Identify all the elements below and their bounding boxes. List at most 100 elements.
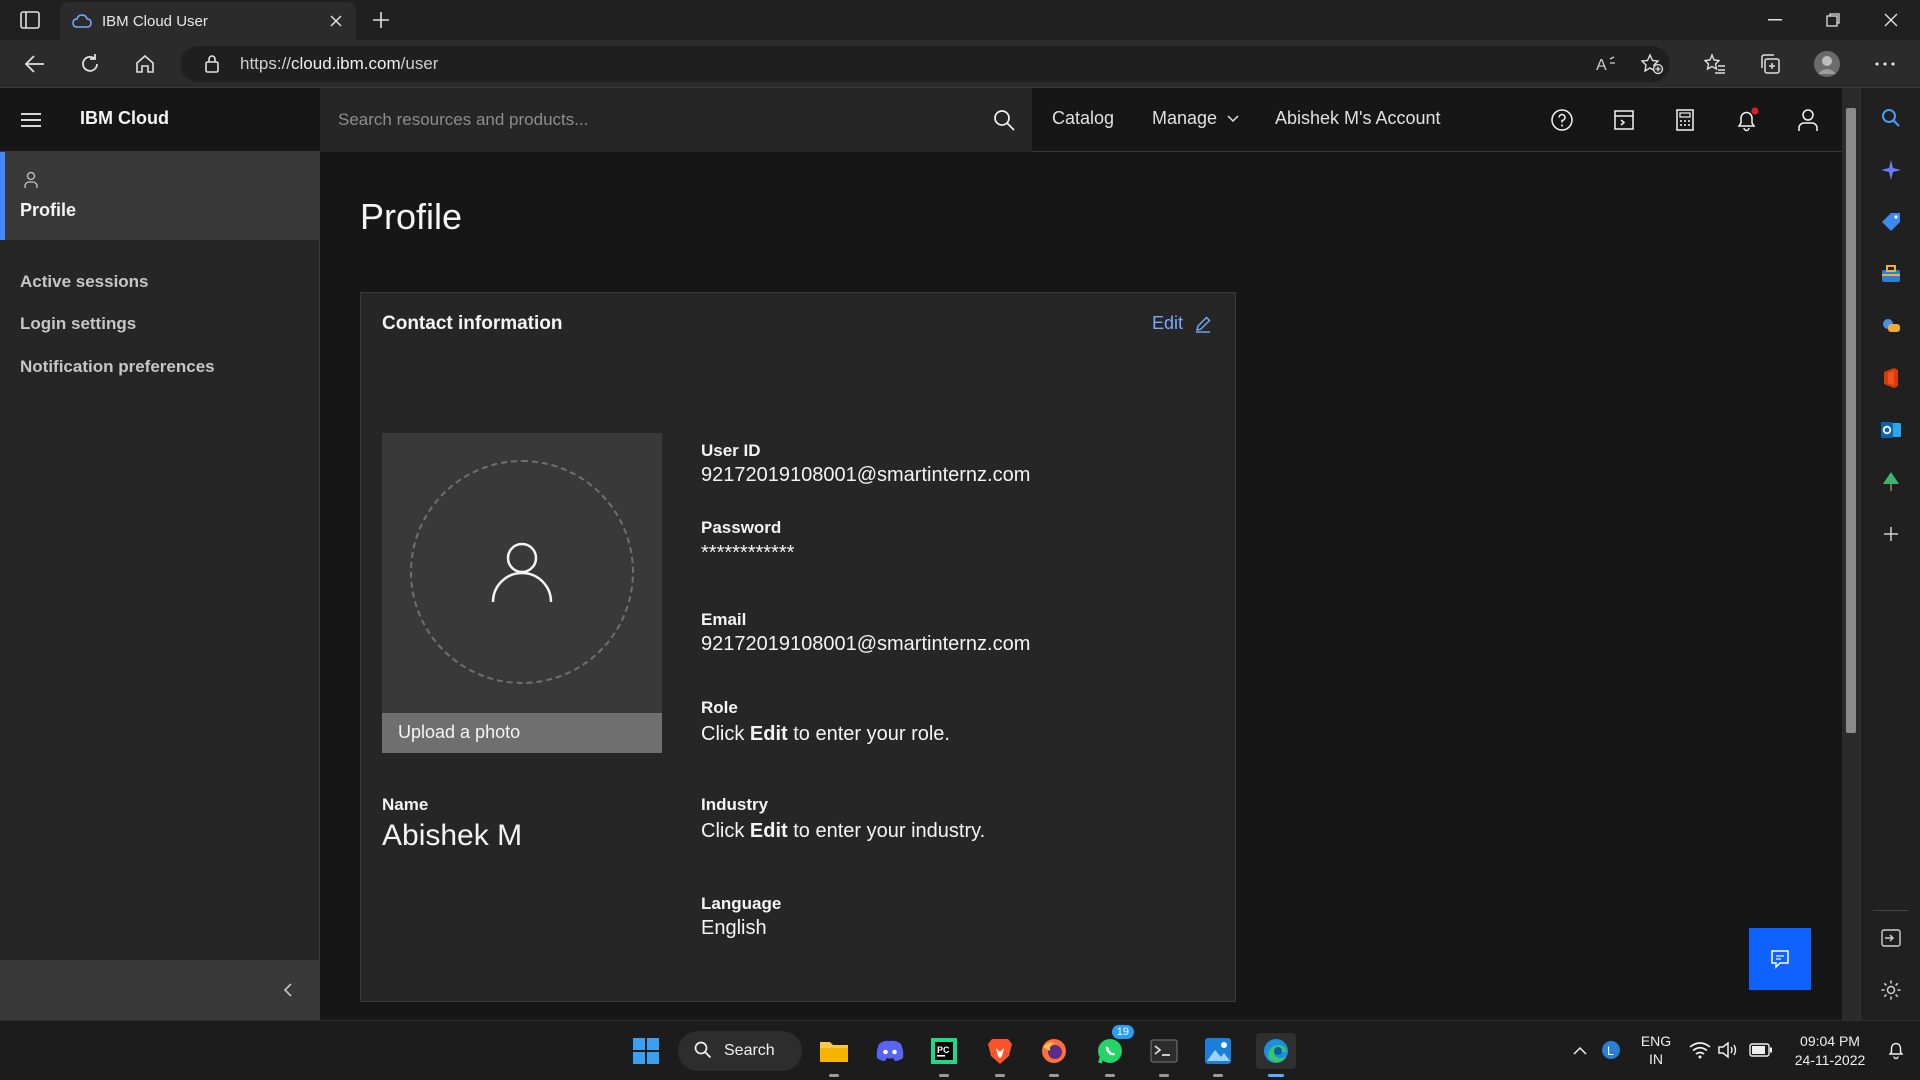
sidebar-item-login-settings[interactable]: Login settings <box>20 314 136 334</box>
shopping-tag-icon[interactable] <box>1879 210 1903 234</box>
user-id-label: User ID <box>701 441 761 460</box>
discord-icon[interactable] <box>872 1033 908 1069</box>
page-title: Profile <box>360 196 463 237</box>
notification-center-icon[interactable] <box>1884 1039 1908 1061</box>
role-text-bold: Edit <box>749 723 788 745</box>
language-code: ENG <box>1640 1033 1672 1049</box>
edit-label: Edit <box>1151 313 1183 333</box>
user-id-value: 92172019108001@smartinternz.com <box>701 464 1031 486</box>
wifi-icon[interactable] <box>1688 1039 1712 1061</box>
tab-actions-icon[interactable] <box>14 8 46 32</box>
windows-start-icon[interactable] <box>628 1033 664 1069</box>
photos-icon[interactable] <box>1200 1033 1236 1077</box>
firefox-icon[interactable] <box>1036 1033 1072 1077</box>
industry-text-post: to enter your industry. <box>787 820 986 842</box>
tray-app-icon[interactable]: L <box>1600 1039 1622 1061</box>
new-tab-icon[interactable] <box>368 8 394 32</box>
edit-contact-button[interactable]: Edit <box>1152 313 1213 334</box>
tools-icon[interactable] <box>1879 262 1903 286</box>
chevron-left-icon <box>278 980 298 1000</box>
home-icon[interactable] <box>130 50 160 78</box>
sparkle-icon[interactable] <box>1879 158 1903 182</box>
minimize-icon[interactable] <box>1752 6 1798 34</box>
scrollbar-thumb[interactable] <box>1846 108 1856 733</box>
search-icon[interactable] <box>992 108 1016 132</box>
help-icon[interactable] <box>1548 106 1576 134</box>
email-label: Email <box>701 610 747 629</box>
profile-photo[interactable]: Upload a photo <box>382 433 662 753</box>
chat-button[interactable] <box>1749 928 1811 990</box>
outlook-icon[interactable] <box>1879 418 1903 442</box>
notifications-bell-icon[interactable] <box>1733 106 1761 134</box>
close-tab-icon[interactable] <box>326 11 346 31</box>
taskbar-search-button[interactable]: Search <box>678 1031 802 1071</box>
catalog-link[interactable]: Catalog <box>1052 108 1114 129</box>
sidebar-item-notification-preferences[interactable]: Notification preferences <box>20 357 215 377</box>
svg-text:L: L <box>1607 1044 1614 1058</box>
search-input[interactable]: Search resources and products... <box>320 88 1032 152</box>
add-icon[interactable] <box>1879 522 1903 546</box>
input-language-indicator[interactable]: ENG IN <box>1636 1032 1676 1068</box>
hide-sidebar-icon[interactable] <box>1879 926 1903 950</box>
games-icon[interactable] <box>1879 314 1903 338</box>
hamburger-menu-icon[interactable] <box>18 108 44 132</box>
read-aloud-icon[interactable]: A <box>1592 50 1622 78</box>
industry-value: Click Edit to enter your industry. <box>701 820 985 843</box>
cloud-shell-icon[interactable] <box>1610 106 1638 134</box>
clock[interactable]: 09:04 PM 24-11-2022 <box>1788 1032 1872 1070</box>
user-profile-icon[interactable] <box>1794 106 1822 134</box>
profile-avatar-icon[interactable] <box>1812 50 1842 78</box>
page-scrollbar[interactable] <box>1842 88 1860 1020</box>
account-switcher[interactable]: Abishek M's Account <box>1275 108 1441 129</box>
edge-sidebar-divider <box>1873 910 1909 911</box>
restore-icon[interactable] <box>1810 6 1856 34</box>
settings-gear-icon[interactable] <box>1879 978 1903 1002</box>
edge-browser-icon[interactable] <box>1256 1033 1296 1077</box>
running-indicator <box>829 1074 839 1077</box>
clock-date: 24-11-2022 <box>1794 1052 1866 1068</box>
sidebar-item-active-sessions[interactable]: Active sessions <box>20 272 149 292</box>
battery-icon[interactable] <box>1748 1039 1774 1061</box>
volume-icon[interactable] <box>1716 1039 1740 1061</box>
sidebar-item-profile[interactable]: Profile <box>0 152 320 240</box>
ibm-cloud-header: IBM Cloud Search resources and products.… <box>0 88 1842 152</box>
password-value: ************ <box>701 542 795 564</box>
edge-sidebar <box>1860 88 1920 1020</box>
pycharm-icon[interactable]: PC <box>926 1033 962 1077</box>
chevron-up-icon[interactable] <box>1570 1040 1590 1060</box>
user-icon <box>21 170 41 190</box>
running-indicator <box>939 1074 949 1077</box>
brand-name[interactable]: IBM Cloud <box>80 108 169 129</box>
url-prefix: https:// <box>240 54 292 73</box>
collections-icon[interactable] <box>1755 50 1785 78</box>
address-bar[interactable]: https://cloud.ibm.com/user <box>180 46 1670 82</box>
running-indicator <box>1105 1074 1115 1077</box>
refresh-icon[interactable] <box>75 50 105 78</box>
page-viewport: IBM Cloud Search resources and products.… <box>0 88 1842 1020</box>
back-arrow-icon[interactable] <box>20 50 50 78</box>
lock-icon[interactable] <box>202 54 222 74</box>
terminal-icon[interactable] <box>1146 1033 1182 1077</box>
search-icon[interactable] <box>1879 106 1903 130</box>
tree-icon[interactable] <box>1879 470 1903 494</box>
search-placeholder: Search resources and products... <box>338 110 589 129</box>
whatsapp-icon[interactable]: 19 <box>1092 1025 1134 1077</box>
name-label: Name <box>382 795 429 814</box>
browser-tab-active[interactable]: IBM Cloud User <box>60 2 356 40</box>
name-value: Abishek M <box>382 819 523 852</box>
more-options-icon[interactable] <box>1870 50 1900 78</box>
taskbar-search-label: Search <box>724 1042 775 1059</box>
browser-tab-strip: IBM Cloud User <box>0 0 1920 40</box>
window-close-icon[interactable] <box>1868 6 1914 34</box>
favorites-icon[interactable] <box>1700 50 1730 78</box>
cost-estimator-icon[interactable] <box>1671 106 1699 134</box>
upload-photo-button[interactable]: Upload a photo <box>382 713 662 753</box>
brave-browser-icon[interactable] <box>982 1033 1018 1077</box>
running-indicator <box>995 1074 1005 1077</box>
file-explorer-icon[interactable] <box>816 1033 852 1077</box>
language-value: English <box>701 917 767 939</box>
manage-menu[interactable]: Manage <box>1152 108 1239 129</box>
add-favorite-icon[interactable] <box>1637 50 1667 78</box>
sidebar-collapse-button[interactable] <box>0 960 320 1020</box>
office-icon[interactable] <box>1879 366 1903 390</box>
